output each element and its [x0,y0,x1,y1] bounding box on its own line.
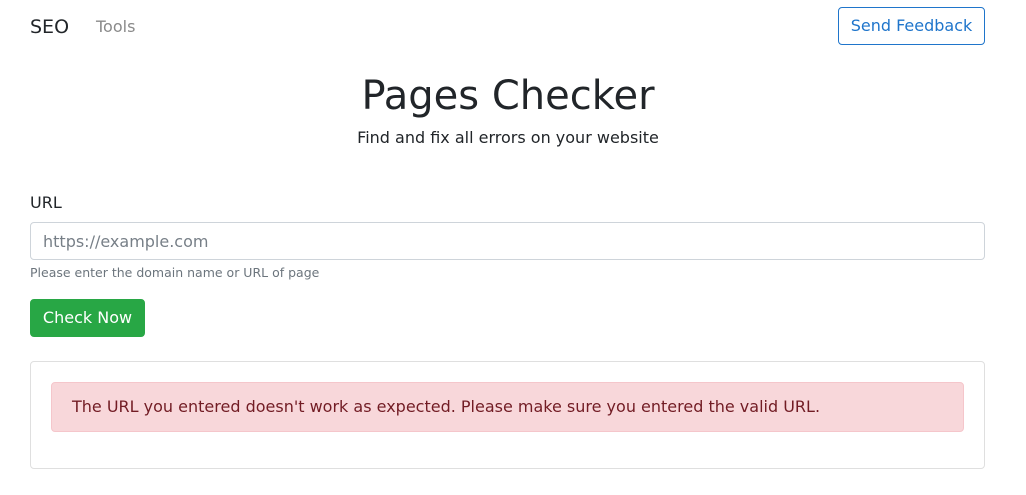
check-now-button[interactable]: Check Now [30,299,145,337]
page-subtitle: Find and fix all errors on your website [357,128,659,147]
url-help-text: Please enter the domain name or URL of p… [30,265,320,280]
url-label: URL [30,193,62,212]
top-navbar: SEO Tools Send Feedback [0,0,1026,54]
page-title: Pages Checker [361,73,655,119]
brand-link[interactable]: SEO [30,15,69,39]
send-feedback-button[interactable]: Send Feedback [838,7,985,45]
nav-link-tools[interactable]: Tools [96,16,135,38]
error-alert: The URL you entered doesn't work as expe… [51,382,964,432]
url-input[interactable] [30,222,985,260]
result-card: The URL you entered doesn't work as expe… [30,361,985,469]
